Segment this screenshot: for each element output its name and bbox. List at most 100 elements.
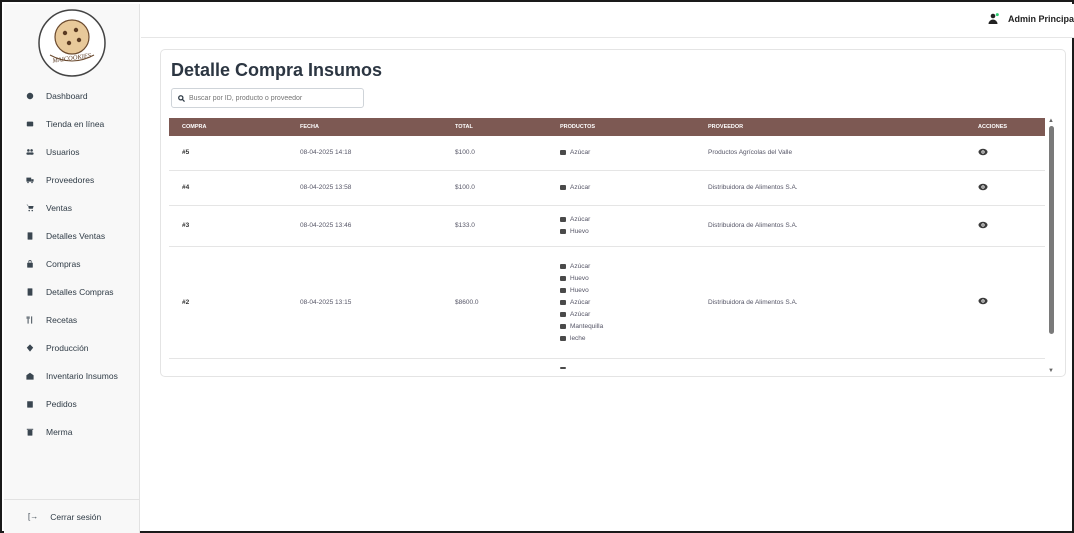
cell-total: $100.0 xyxy=(442,170,547,206)
cell-total: $133.0 xyxy=(442,205,547,247)
user-icon xyxy=(988,13,999,24)
product-name: Mantequilla xyxy=(570,322,604,330)
cell-total: $8600.0 xyxy=(442,246,547,359)
product-item xyxy=(560,362,695,374)
view-eye-icon[interactable] xyxy=(978,183,988,191)
product-item: leche xyxy=(560,332,695,344)
sidebar-item-label: Detalles Compras xyxy=(46,287,114,297)
product-name: Azúcar xyxy=(570,262,591,270)
search-input[interactable] xyxy=(189,94,359,102)
user-menu[interactable]: Admin Principa xyxy=(988,13,1074,24)
topbar: Admin Principa xyxy=(141,4,1074,38)
cell-total: $100.0 xyxy=(442,136,547,171)
sidebar-item-pedidos[interactable]: Pedidos xyxy=(4,390,139,418)
cell-compra xyxy=(169,358,287,376)
sidebar-item-label: Proveedores xyxy=(46,175,95,185)
product-name: Azúcar xyxy=(570,216,591,223)
search-box xyxy=(171,88,364,108)
dashboard-icon xyxy=(26,92,34,100)
truck-icon xyxy=(26,176,34,184)
view-eye-icon[interactable] xyxy=(978,297,988,305)
cell-productos xyxy=(547,358,695,376)
box-icon xyxy=(560,229,566,234)
cookie-logo-icon: MAICOOKIES xyxy=(37,9,106,77)
product-name: Azúcar xyxy=(570,310,591,318)
product-item: Azúcar xyxy=(560,182,695,194)
sidebar-item-detalles-compras[interactable]: Detalles Compras xyxy=(4,278,139,306)
cell-fecha: 08-04-2025 13:46 xyxy=(287,205,442,247)
product-name: leche xyxy=(570,334,586,342)
col-header-productos: PRODUCTOS xyxy=(547,118,695,136)
cell-total xyxy=(442,358,547,376)
sidebar-item-label: Ventas xyxy=(46,203,72,213)
box-icon xyxy=(560,217,566,222)
cell-proveedor: Distribuidora de Alimentos S.A. xyxy=(695,205,965,247)
table-container: COMPRA FECHA TOTAL PRODUCTOS PROVEEDOR A… xyxy=(169,118,1055,376)
col-header-proveedor: PROVEEDOR xyxy=(695,118,965,136)
cell-proveedor xyxy=(695,358,965,376)
clipboard-icon xyxy=(26,400,34,408)
sidebar-item-proveedores[interactable]: Proveedores xyxy=(4,166,139,194)
cell-compra: #2 xyxy=(169,246,287,359)
product-name: Azúcar xyxy=(570,184,591,191)
cell-fecha: 08-04-2025 13:58 xyxy=(287,170,442,206)
sidebar-item-detalles-ventas[interactable]: Detalles Ventas xyxy=(4,222,139,250)
users-icon xyxy=(26,148,34,156)
logout-button[interactable]: [→ Cerrar sesión xyxy=(4,499,139,533)
product-item: Azúcar xyxy=(560,147,695,159)
scroll-down-arrow-icon[interactable]: ▼ xyxy=(1048,368,1054,374)
sidebar-item-merma[interactable]: Merma xyxy=(4,418,139,446)
main-card: Detalle Compra Insumos COMPRA FECHA TOTA… xyxy=(160,49,1066,377)
sidebar-item-label: Inventario Insumos xyxy=(46,371,118,381)
box-icon xyxy=(560,335,566,341)
view-eye-icon[interactable] xyxy=(978,221,988,229)
cell-compra: #4 xyxy=(169,170,287,206)
product-item: Huevo xyxy=(560,226,695,238)
sidebar-item-recetas[interactable]: Recetas xyxy=(4,306,139,334)
sidebar-item-label: Producción xyxy=(46,343,89,353)
product-item: Huevo xyxy=(560,284,695,296)
product-name: Azúcar xyxy=(570,149,591,157)
sidebar-item-tienda[interactable]: Tienda en línea xyxy=(4,110,139,138)
sidebar-item-label: Tienda en línea xyxy=(46,119,105,129)
col-header-acciones: ACCIONES xyxy=(965,118,1045,136)
table-header-row: COMPRA FECHA TOTAL PRODUCTOS PROVEEDOR A… xyxy=(169,118,1045,136)
cell-compra: #3 xyxy=(169,205,287,247)
sidebar-item-usuarios[interactable]: Usuarios xyxy=(4,138,139,166)
cell-productos: Azúcar Huevo Huevo Azúcar Azúcar Mantequ… xyxy=(547,246,695,359)
sidebar-item-inventario[interactable]: Inventario Insumos xyxy=(4,362,139,390)
sidebar-item-label: Recetas xyxy=(46,315,78,325)
logout-label: Cerrar sesión xyxy=(50,511,102,522)
user-name: Admin Principa xyxy=(1007,13,1074,24)
cell-fecha: 08-04-2025 14:18 xyxy=(287,136,442,171)
table-row: #2 08-04-2025 13:15 $8600.0 Azúcar Huevo… xyxy=(169,246,1045,359)
cell-productos: Azúcar xyxy=(547,170,695,206)
product-name: Huevo xyxy=(570,228,589,235)
product-name: Huevo xyxy=(570,274,589,282)
cell-acciones xyxy=(965,170,1045,206)
scrollbar-thumb[interactable] xyxy=(1049,126,1054,334)
box-icon xyxy=(560,311,566,317)
product-item: Mantequilla xyxy=(560,320,695,332)
view-eye-icon[interactable] xyxy=(978,148,988,156)
table-row: #3 08-04-2025 13:46 $133.0 Azúcar Huevo … xyxy=(169,205,1045,247)
product-item: Azúcar xyxy=(560,308,695,320)
cell-fecha xyxy=(287,358,442,376)
sidebar-item-label: Merma xyxy=(46,427,73,437)
sidebar-item-dashboard[interactable]: Dashboard xyxy=(4,82,139,110)
file-icon xyxy=(26,288,34,296)
product-item: Azúcar xyxy=(560,260,695,272)
cart-icon xyxy=(26,204,34,212)
sidebar-item-ventas[interactable]: Ventas xyxy=(4,194,139,222)
sidebar-item-compras[interactable]: Compras xyxy=(4,250,139,278)
sidebar-nav: Dashboard Tienda en línea Usuarios Prove… xyxy=(4,82,139,446)
utensils-icon xyxy=(26,316,34,324)
page-title: Detalle Compra Insumos xyxy=(171,60,383,80)
trash-icon xyxy=(26,428,34,436)
sidebar-item-label: Usuarios xyxy=(46,147,80,157)
product-item: Huevo xyxy=(560,272,695,284)
sidebar-item-produccion[interactable]: Producción xyxy=(4,334,139,362)
bag-icon xyxy=(26,260,34,268)
scroll-up-arrow-icon[interactable]: ▲ xyxy=(1048,118,1054,124)
cell-proveedor: Productos Agrícolas del Valle xyxy=(695,136,965,171)
